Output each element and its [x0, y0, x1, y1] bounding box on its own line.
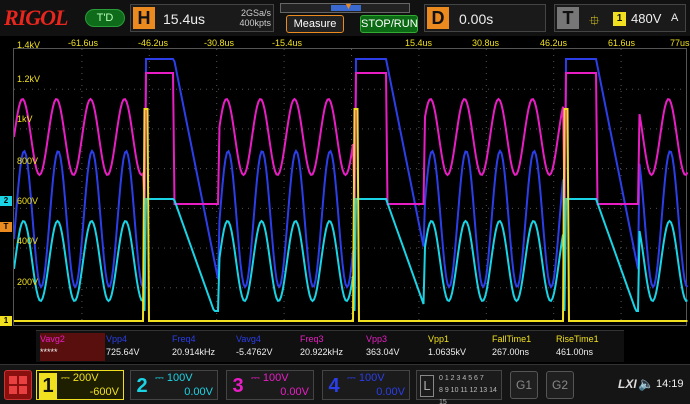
measurement-item[interactable]: Vpp1 1.0635kV — [428, 333, 493, 361]
volt-tick: 800V — [17, 156, 39, 166]
clock: 14:19 — [656, 378, 684, 390]
ch1-offset-marker[interactable]: 1 — [0, 316, 12, 326]
volt-tick: 1kV — [17, 114, 33, 124]
time-tick: 46.2us — [540, 38, 568, 48]
measurement-item[interactable]: Vavg2 ***** — [40, 333, 105, 361]
main-menu-button[interactable] — [4, 370, 32, 400]
volt-tick: 400V — [17, 236, 39, 246]
top-status-bar: RIGOL T'D H 15.4us 2GSa/s 400kpts ▼ Meas… — [0, 0, 690, 36]
sample-rate: 2GSa/s — [240, 8, 271, 18]
timebase-value: 15.4us — [163, 11, 206, 27]
measure-button[interactable]: Measure — [286, 15, 344, 33]
trigger-mode: A — [671, 12, 679, 24]
trigger-level-marker[interactable]: T — [0, 222, 12, 232]
time-tick: -30.8us — [204, 38, 235, 48]
memory-depth: 400kpts — [239, 18, 271, 28]
ch4-offset: 0.00V — [376, 386, 405, 398]
lxi-icon: LXI — [618, 377, 637, 391]
ch2-offset: 0.00V — [184, 386, 213, 398]
measurement-item[interactable]: FallTime1 267.00ns — [492, 333, 557, 361]
ch2-scale: ⎓ 100V — [155, 372, 193, 384]
ch4-scale: ⎓ 100V — [347, 372, 385, 384]
ch3-waveform — [14, 72, 688, 205]
ch3-offset: 0.00V — [280, 386, 309, 398]
volt-tick: 200V — [17, 277, 39, 287]
volt-tick: 1.4kV — [17, 40, 41, 50]
horizontal-panel[interactable]: H 15.4us 2GSa/s 400kpts — [130, 4, 274, 32]
measurement-item[interactable]: Freq4 20.914kHz — [172, 333, 237, 361]
ch1-scale: ⎓ 200V — [61, 372, 99, 384]
logic-analyzer-panel[interactable]: L 0 1 2 3 4 5 6 7 8 9 10 11 12 13 14 15 — [416, 370, 502, 404]
speaker-icon[interactable]: 🔈 — [638, 376, 654, 392]
graticule — [14, 49, 687, 326]
delay-value: 0.00s — [459, 11, 494, 27]
stop-run-button[interactable]: STOP/RUN — [360, 15, 418, 33]
rising-edge-icon: ⯐ — [589, 12, 600, 28]
trigger-status-badge[interactable]: T'D — [85, 9, 125, 27]
time-tick: -46.2us — [138, 38, 169, 48]
waveform-display[interactable] — [13, 48, 688, 326]
measurement-item[interactable]: Vavg4 -5.4762V — [236, 333, 301, 361]
trigger-letter: T — [557, 7, 579, 29]
menu-grid-icon — [9, 376, 17, 384]
time-tick: 15.4us — [405, 38, 433, 48]
sample-rate-info: 2GSa/s 400kpts — [227, 8, 271, 28]
horizontal-letter: H — [133, 7, 155, 29]
time-tick: 77us — [670, 38, 690, 48]
trigger-panel[interactable]: T ⯐ 1 480V A — [554, 4, 686, 32]
rigol-logo: RIGOL — [4, 5, 68, 30]
time-tick: -61.6us — [68, 38, 99, 48]
ch3-scale: ⎓ 100V — [251, 372, 289, 384]
memory-position-strip: ▼ — [280, 1, 410, 13]
ch2-offset-marker[interactable]: 2 — [0, 196, 12, 206]
waveform-canvas — [14, 49, 688, 326]
volt-tick: 1.2kV — [17, 74, 41, 84]
measurement-bar: Vavg2 ***** Vpp4 725.64V Freq4 20.914kHz Va… — [36, 330, 624, 362]
logic-bits: 0 1 2 3 4 5 6 7 8 9 10 11 12 13 14 15 — [439, 375, 497, 404]
delay-panel[interactable]: D 0.00s — [424, 4, 546, 32]
trigger-position-icon: ▼ — [344, 1, 353, 11]
volt-tick: 600V — [17, 196, 39, 206]
trigger-level: 480V — [631, 11, 662, 26]
channel-1-panel[interactable]: 1 ⎓ 200V -600V — [36, 370, 124, 400]
decode-g2-button[interactable]: G2 — [546, 371, 574, 399]
measurement-item[interactable]: Vpp4 725.64V — [106, 333, 171, 361]
channel-2-panel[interactable]: 2 ⎓ 100V 0.00V — [130, 370, 218, 400]
measurement-item[interactable]: RiseTime1 461.00ns — [556, 333, 621, 361]
channel-4-panel[interactable]: 4 ⎓ 100V 0.00V — [322, 370, 410, 400]
time-tick: 30.8us — [472, 38, 500, 48]
delay-letter: D — [427, 7, 449, 29]
ch4-waveform — [14, 58, 688, 295]
measurement-item[interactable]: Vpp3 363.04V — [366, 333, 431, 361]
bottom-channel-bar: 1 ⎓ 200V -600V 2 ⎓ 100V 0.00V 3 ⎓ 100V 0… — [0, 364, 690, 404]
measurement-item[interactable]: Freq3 20.922kHz — [300, 333, 365, 361]
trigger-source: 1 — [613, 12, 626, 26]
time-tick: 61.6us — [608, 38, 636, 48]
channel-3-panel[interactable]: 3 ⎓ 100V 0.00V — [226, 370, 314, 400]
time-tick: -15.4us — [272, 38, 303, 48]
decode-g1-button[interactable]: G1 — [510, 371, 538, 399]
ch1-offset: -600V — [89, 386, 119, 398]
